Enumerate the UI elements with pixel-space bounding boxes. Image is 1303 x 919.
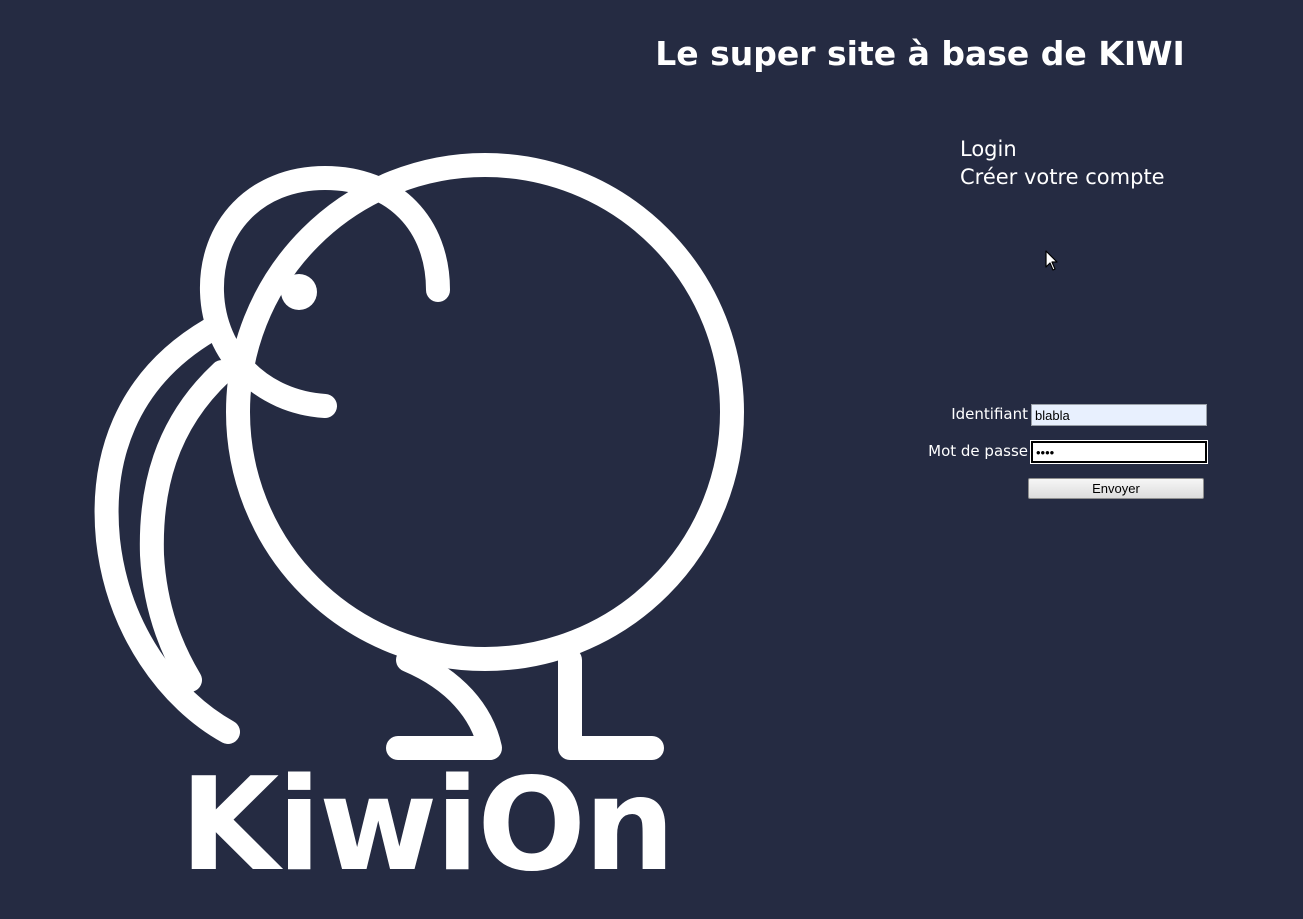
username-row: Identifiant — [900, 404, 1220, 426]
brand-wordmark: KiwiOn — [180, 751, 675, 900]
username-label: Identifiant — [951, 405, 1028, 423]
password-label: Mot de passe — [928, 442, 1028, 460]
password-input[interactable] — [1030, 440, 1208, 464]
submit-button[interactable]: Envoyer — [1028, 478, 1204, 499]
nav-link-login[interactable]: Login — [960, 135, 1165, 163]
username-input[interactable] — [1031, 404, 1207, 426]
main-nav: Login Créer votre compte — [960, 135, 1165, 191]
mouse-cursor-icon — [1045, 250, 1059, 276]
password-row: Mot de passe — [900, 440, 1220, 464]
page-title: Le super site à base de KIWI — [655, 34, 1185, 73]
nav-link-create-account[interactable]: Créer votre compte — [960, 163, 1165, 191]
kiwion-logo: KiwiOn — [0, 0, 760, 919]
